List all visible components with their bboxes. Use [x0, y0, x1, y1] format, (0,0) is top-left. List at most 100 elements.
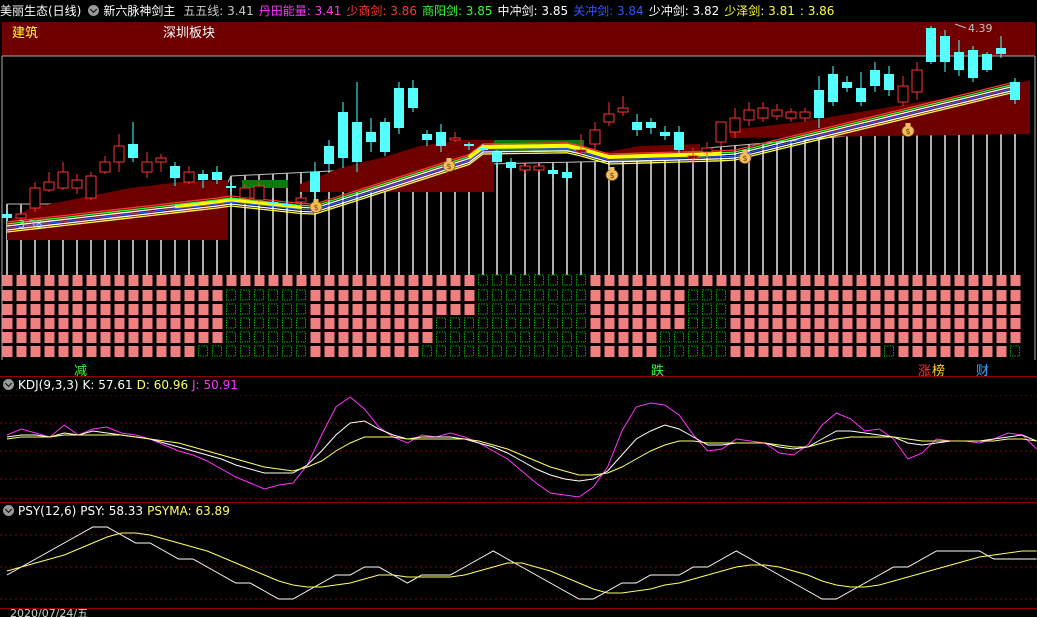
- signal-square: [814, 304, 825, 315]
- indicator-item: 少商剑: 3.86: [346, 4, 417, 18]
- candle-body: [408, 88, 418, 108]
- gray-bar: [846, 136, 848, 275]
- kdj-dropdown-icon[interactable]: [3, 379, 14, 390]
- signal-square-green: [492, 289, 502, 301]
- signal-square: [926, 318, 937, 329]
- cursor-date: 2020/07/24/五: [10, 608, 89, 617]
- signal-square: [898, 332, 909, 343]
- signal-square: [954, 304, 965, 315]
- dropdown-icon[interactable]: [88, 5, 100, 16]
- signal-square-green: [562, 289, 572, 301]
- signal-square: [422, 332, 433, 343]
- candle-body: [352, 122, 362, 162]
- signal-square-green: [268, 289, 278, 301]
- signal-square: [142, 290, 153, 301]
- main-price-chart[interactable]: $ $ $ $ $ 建筑 深圳板块 4.39 3.38: [0, 22, 1037, 376]
- signal-square-green: [562, 331, 572, 343]
- signal-square: [366, 275, 377, 286]
- candle-body: [324, 146, 334, 164]
- candle-body: [71, 179, 83, 189]
- signal-square: [16, 275, 27, 286]
- price-high-label: 4.39: [968, 22, 993, 35]
- candle-body: [57, 171, 69, 189]
- signal-square: [912, 275, 923, 286]
- signal-square: [184, 346, 195, 357]
- signal-square: [590, 275, 601, 286]
- signal-square: [856, 318, 867, 329]
- kdj-chart[interactable]: [0, 395, 1037, 503]
- psy-name[interactable]: PSY(12,6): [18, 504, 76, 518]
- signal-square: [786, 346, 797, 357]
- signal-square: [758, 290, 769, 301]
- gray-bar: [496, 163, 498, 275]
- gray-bar: [678, 159, 680, 275]
- signal-square: [86, 346, 97, 357]
- signal-marker-row: 减 跌 涨 榜 财: [0, 360, 1037, 379]
- kdj-name[interactable]: KDJ(9,3,3): [18, 378, 79, 392]
- signal-square: [72, 304, 83, 315]
- signal-square: [422, 290, 433, 301]
- signal-square: [870, 304, 881, 315]
- candle-body: [715, 121, 727, 143]
- signal-square: [870, 332, 881, 343]
- signal-square: [436, 290, 447, 301]
- indicator-name[interactable]: 新六脉神剑主: [103, 4, 175, 18]
- kdj-j: J: 50.91: [192, 378, 238, 392]
- gray-bar: [860, 134, 862, 275]
- kdj-d: D: 60.96: [136, 378, 189, 392]
- psy-chart[interactable]: [0, 521, 1037, 617]
- signal-square: [170, 332, 181, 343]
- candle-body: [519, 165, 531, 171]
- signal-square: [450, 304, 461, 315]
- signal-square: [884, 275, 895, 286]
- candle-body: [99, 161, 111, 173]
- signal-square-green: [478, 345, 488, 357]
- signal-square: [870, 318, 881, 329]
- candle-body: [870, 70, 880, 86]
- candle-body: [884, 74, 894, 90]
- signal-square: [590, 346, 601, 357]
- candle-body: [492, 152, 502, 162]
- signal-square: [912, 318, 923, 329]
- signal-square-green: [240, 303, 250, 315]
- signal-square: [828, 332, 839, 343]
- signal-square: [996, 275, 1007, 286]
- signal-square: [660, 304, 671, 315]
- signal-square: [996, 290, 1007, 301]
- signal-square: [618, 290, 629, 301]
- signal-square: [730, 332, 741, 343]
- signal-square: [58, 290, 69, 301]
- board-label: 深圳板块: [163, 26, 215, 41]
- gray-bar: [874, 133, 876, 275]
- signal-square: [128, 346, 139, 357]
- signal-square: [100, 332, 111, 343]
- signal-square-green: [702, 317, 712, 329]
- signal-square-green: [492, 303, 502, 315]
- signal-square: [436, 275, 447, 286]
- signal-square: [464, 290, 475, 301]
- signal-square-green: [702, 303, 712, 315]
- psy-dropdown-icon[interactable]: [3, 505, 14, 516]
- signal-square: [394, 290, 405, 301]
- signal-square-green: [422, 345, 432, 357]
- signal-square-green: [296, 317, 306, 329]
- signal-square: [366, 332, 377, 343]
- signal-square: [1010, 290, 1021, 301]
- signal-square: [142, 275, 153, 286]
- indicator-item: : 3.86: [799, 4, 835, 18]
- signal-square: [730, 275, 741, 286]
- signal-square: [16, 318, 27, 329]
- candle-body: [968, 50, 978, 78]
- signal-square: [646, 318, 657, 329]
- signal-square: [674, 290, 685, 301]
- signal-square: [128, 290, 139, 301]
- signal-square: [954, 290, 965, 301]
- candle-body: [632, 122, 642, 130]
- signal-square: [324, 332, 335, 343]
- signal-square: [940, 304, 951, 315]
- signal-square: [212, 318, 223, 329]
- signal-square-green: [688, 289, 698, 301]
- signal-square: [184, 304, 195, 315]
- psyma-value: PSYMA: 63.89: [147, 504, 230, 518]
- signal-square: [394, 304, 405, 315]
